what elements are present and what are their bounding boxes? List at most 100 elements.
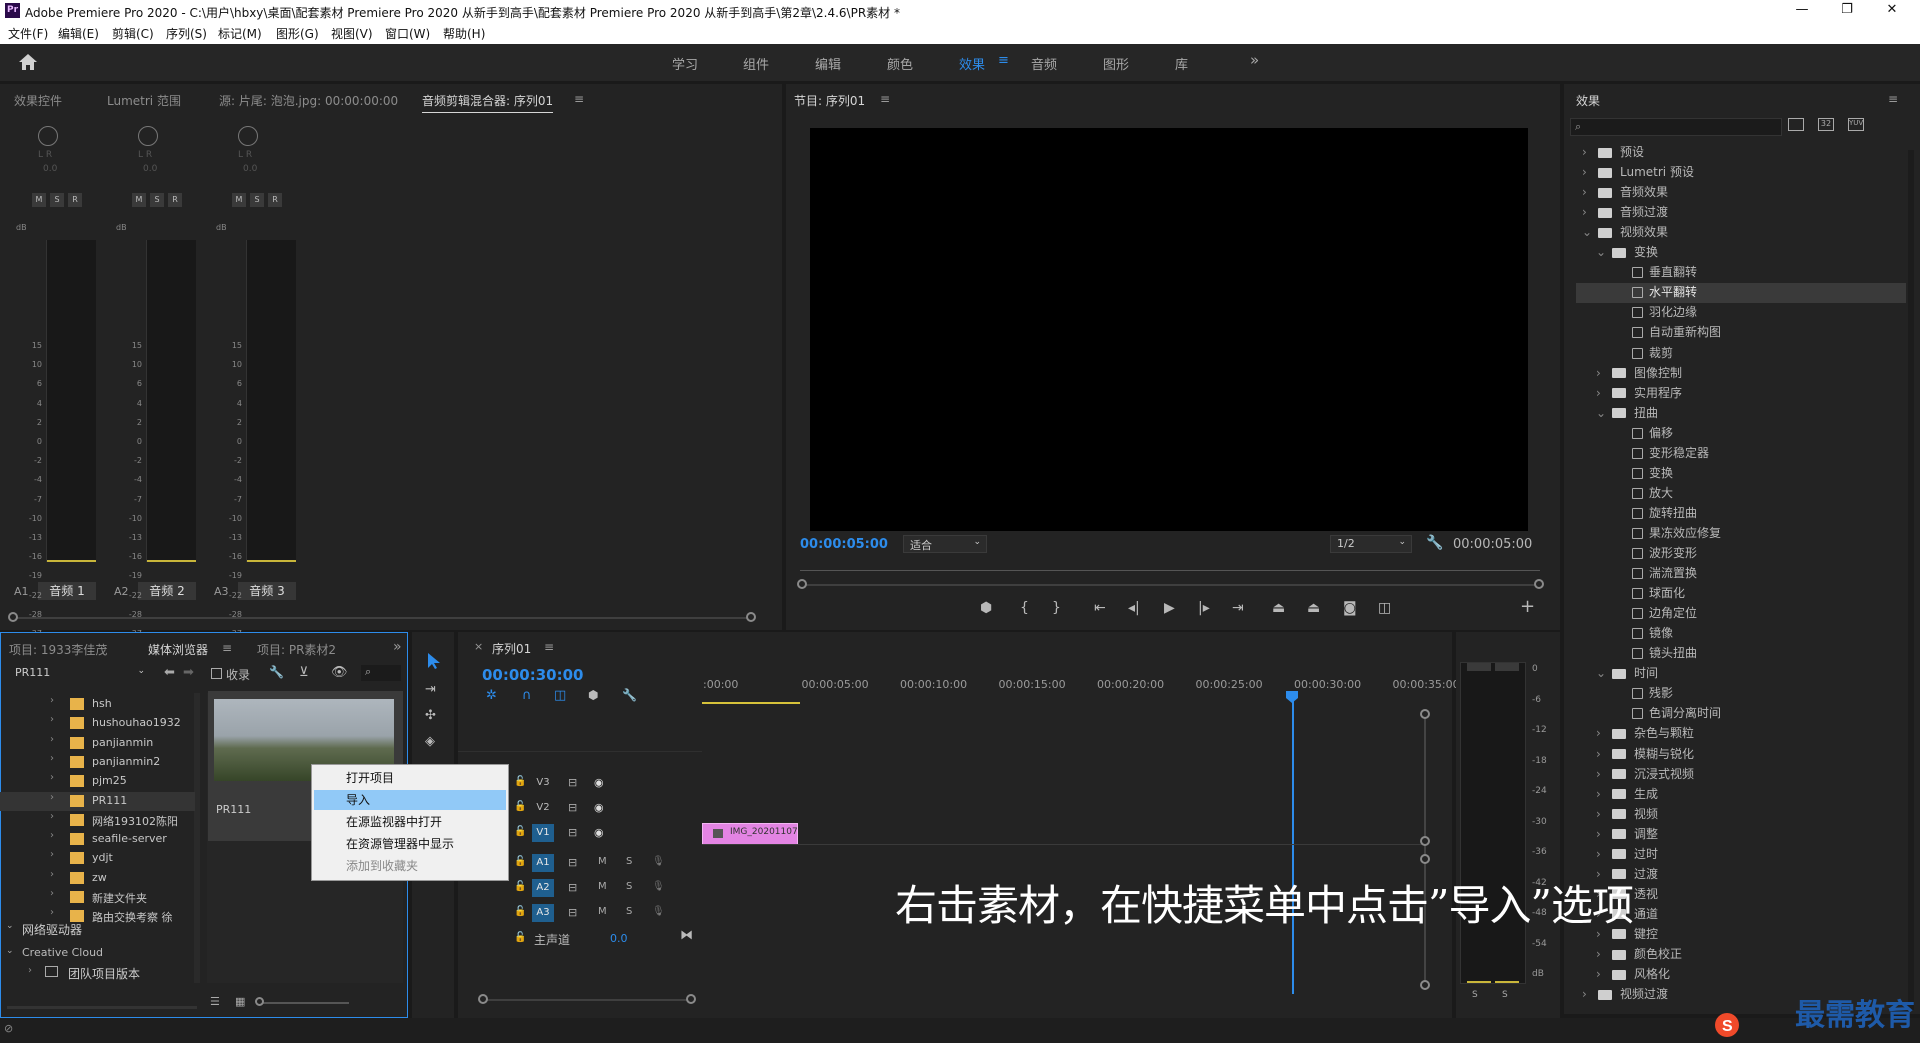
chevron-right-icon[interactable]: ›	[1596, 747, 1606, 761]
extract-icon[interactable]: ⏏	[1307, 600, 1320, 616]
tab-lumetri-scopes[interactable]: Lumetri 范围	[107, 92, 181, 109]
close-tab-icon[interactable]: ×	[474, 640, 483, 653]
timeline-vscrollbar[interactable]	[1424, 712, 1426, 990]
solo-button[interactable]: S	[626, 881, 632, 892]
folder-tree-item[interactable]: › zw	[0, 869, 195, 888]
pan-value[interactable]: 0.0	[243, 164, 257, 174]
workspace-tab-color[interactable]: 颜色	[887, 54, 913, 73]
effect-item[interactable]: 变形稳定器	[1576, 444, 1906, 464]
solo-button[interactable]: S	[626, 856, 632, 867]
chevron-right-icon[interactable]: ›	[50, 792, 54, 803]
button-editor-icon[interactable]: +	[1520, 596, 1535, 617]
sync-lock-icon[interactable]: ⊟	[568, 856, 577, 869]
master-volume-value[interactable]: 0.0	[610, 932, 628, 945]
effect-item[interactable]: 变换	[1576, 464, 1906, 484]
microphone-icon[interactable]: 🎙	[652, 906, 665, 917]
menu-item-open-project[interactable]: 打开项目	[314, 768, 506, 788]
tab-project-1933[interactable]: 项目: 1933李佳茂	[9, 641, 107, 658]
pan-knob[interactable]	[238, 126, 258, 146]
go-to-in-icon[interactable]: ⇤	[1094, 600, 1106, 616]
filter-icon[interactable]: ⊻	[299, 665, 309, 680]
minimize-button[interactable]: —	[1787, 2, 1817, 17]
32bit-effects-icon[interactable]: 32	[1818, 118, 1834, 131]
eye-icon[interactable]: ◉	[594, 801, 604, 814]
lock-icon[interactable]: 🔓	[514, 932, 526, 943]
track-select-tool-icon[interactable]: ⇥	[425, 682, 436, 697]
tab-project-pr2[interactable]: 项目: PR素材2	[257, 641, 336, 658]
snap-icon[interactable]: ∩	[522, 688, 532, 703]
ingest-settings-icon[interactable]: 🔧	[269, 665, 284, 679]
effects-folder[interactable]: › 实用程序	[1576, 384, 1906, 404]
menu-item-import[interactable]: 导入	[314, 790, 506, 810]
track-target-a1[interactable]: A1	[532, 854, 554, 872]
home-icon[interactable]	[18, 53, 38, 71]
close-button[interactable]: ✕	[1877, 2, 1907, 17]
chevron-right-icon[interactable]: ›	[1596, 947, 1606, 961]
time-ruler[interactable]	[800, 565, 1540, 575]
solo-button[interactable]: S	[250, 193, 264, 207]
track-target-v2[interactable]: V2	[532, 799, 554, 817]
chevron-right-icon[interactable]: ›	[1596, 726, 1606, 740]
chevron-right-icon[interactable]: ›	[1596, 967, 1606, 981]
solo-left-button[interactable]: S	[1472, 990, 1478, 1000]
menu-clip[interactable]: 剪辑(C)	[112, 25, 154, 42]
effect-item[interactable]: 残影	[1576, 684, 1906, 704]
razor-tool-icon[interactable]: ◈	[425, 734, 435, 749]
go-to-out-icon[interactable]: ⇥	[1232, 600, 1244, 616]
sync-lock-icon[interactable]: ⊟	[568, 881, 577, 894]
chevron-right-icon[interactable]: ›	[1596, 386, 1606, 400]
scroll-handle-top[interactable]	[1420, 709, 1430, 719]
media-search-input[interactable]: ⌕	[361, 665, 401, 681]
folder-tree-item[interactable]: › hushouhao1932	[0, 714, 195, 733]
effects-folder[interactable]: ⌄ 视频效果	[1576, 223, 1906, 243]
menu-help[interactable]: 帮助(H)	[443, 25, 485, 42]
effect-item[interactable]: 镜头扭曲	[1576, 644, 1906, 664]
chevron-down-icon[interactable]: ⌄	[1596, 666, 1606, 680]
tree-hscrollbar[interactable]	[7, 1006, 197, 1009]
panel-menu-icon[interactable]: ≡	[574, 92, 584, 106]
level-meter[interactable]	[46, 240, 96, 562]
pan-value[interactable]: 0.0	[143, 164, 157, 174]
camera-icon[interactable]: ◙	[1343, 600, 1357, 616]
effects-search-input[interactable]: ⌕	[1570, 118, 1782, 136]
folder-tree-item[interactable]: › seafile-server	[0, 830, 195, 849]
workspace-tab-assembly[interactable]: 组件	[743, 54, 769, 73]
effect-item[interactable]: 湍流置换	[1576, 564, 1906, 584]
workspace-tab-editing[interactable]: 编辑	[815, 54, 841, 73]
panel-menu-icon[interactable]: ≡	[880, 92, 890, 106]
folder-tree-item[interactable]: › panjianmin	[0, 734, 195, 753]
effect-item[interactable]: 波形变形	[1576, 544, 1906, 564]
effects-folder[interactable]: › 沉浸式视频	[1576, 765, 1906, 785]
effect-item[interactable]: 边角定位	[1576, 604, 1906, 624]
folder-tree-item[interactable]: › pjm25	[0, 772, 195, 791]
scroll-handle-right[interactable]	[746, 612, 756, 622]
team-projects-item[interactable]: › 团队项目版本	[0, 963, 195, 983]
lock-icon[interactable]: 🔓	[514, 776, 526, 787]
folder-tree-item[interactable]: › 网络193102陈阳	[0, 811, 195, 830]
folder-tree-item[interactable]: › hsh	[0, 695, 195, 714]
lift-icon[interactable]: ⏏	[1272, 600, 1285, 616]
effects-folder[interactable]: › 音频效果	[1576, 183, 1906, 203]
effects-folder[interactable]: › 风格化	[1576, 965, 1906, 985]
ripple-edit-tool-icon[interactable]: ✣	[425, 708, 436, 723]
chevron-right-icon[interactable]: ›	[1582, 987, 1592, 1001]
chevron-right-icon[interactable]: ›	[50, 849, 54, 860]
effects-folder[interactable]: ⌄ 变换	[1576, 243, 1906, 263]
tab-effect-controls[interactable]: 效果控件	[14, 92, 62, 109]
effects-folder[interactable]: › 颜色校正	[1576, 945, 1906, 965]
lock-icon[interactable]: 🔓	[514, 856, 526, 867]
effect-item[interactable]: 放大	[1576, 484, 1906, 504]
effects-folder[interactable]: ⌄ 时间	[1576, 664, 1906, 684]
eye-icon[interactable]: ◉	[594, 826, 604, 839]
icon-view-icon[interactable]: ▦	[235, 995, 245, 1008]
timeline-hscrollbar[interactable]	[484, 999, 690, 1001]
menu-item-open-in-source[interactable]: 在源监视器中打开	[314, 812, 506, 832]
chevron-right-icon[interactable]: ›	[50, 695, 54, 706]
chevron-right-icon[interactable]: ›	[1582, 145, 1592, 159]
back-arrow-icon[interactable]: ⬅	[164, 665, 175, 680]
step-back-icon[interactable]: ◂|	[1128, 600, 1140, 616]
master-audio-meter[interactable]	[1460, 662, 1526, 984]
chevron-right-icon[interactable]: ›	[50, 772, 54, 783]
solo-button[interactable]: S	[150, 193, 164, 207]
workspace-menu-icon[interactable]: ≡	[998, 53, 1009, 68]
